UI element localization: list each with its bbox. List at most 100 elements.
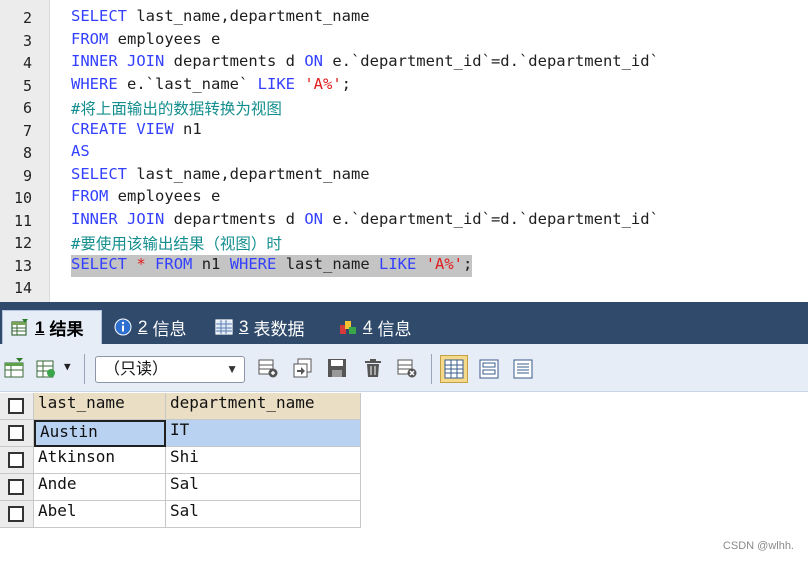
- save-icon[interactable]: [327, 358, 347, 378]
- sql-editor[interactable]: 2 3 4 5 6 7 8 9 10 11 12 13 14 SELECT last_name,depa…: [0, 0, 808, 302]
- form-view-button[interactable]: [475, 355, 503, 383]
- row-checkbox[interactable]: [0, 474, 34, 501]
- table-data-icon: [215, 319, 233, 335]
- code-token: #要使用该输出结果（视图）时: [71, 235, 282, 253]
- import-grid-icon[interactable]: [36, 358, 56, 378]
- code-line[interactable]: SELECT * FROM n1 WHERE last_name LIKE 'A…: [71, 254, 473, 277]
- line-number: 4: [22, 54, 32, 72]
- tab-info[interactable]: 2 信息: [106, 310, 204, 344]
- select-all-checkbox[interactable]: [0, 393, 34, 420]
- text-view-button[interactable]: [509, 355, 537, 383]
- code-line[interactable]: WHERE e.`last_name` LIKE 'A%';: [71, 75, 351, 97]
- line-number-gutter: 2 3 4 5 6 7 8 9 10 11 12 13 14: [0, 0, 50, 302]
- code-line[interactable]: FROM employees e: [71, 30, 220, 52]
- row-checkbox[interactable]: [0, 447, 34, 474]
- delete-row-icon[interactable]: [363, 358, 383, 378]
- cell-department-name[interactable]: IT: [166, 420, 361, 447]
- code-token: departments d: [164, 52, 305, 70]
- tab-table-data[interactable]: 3 表数据: [207, 310, 327, 344]
- code-token: last_name,department_name: [127, 7, 370, 25]
- form-view-icon: [479, 359, 499, 379]
- tab-number: 2: [138, 317, 148, 336]
- cell-last-name[interactable]: Ande: [34, 474, 166, 501]
- read-only-mode-select[interactable]: （只读） ▼: [95, 356, 245, 383]
- code-token: FROM: [155, 254, 193, 273]
- code-line[interactable]: SELECT last_name,department_name: [71, 7, 370, 29]
- code-token: 'A%': [425, 254, 464, 273]
- cell-department-name[interactable]: Sal: [166, 474, 361, 501]
- toolbar-divider: [431, 354, 432, 384]
- code-line[interactable]: AS: [71, 142, 90, 164]
- code-token: WHERE: [229, 254, 277, 273]
- code-line[interactable]: #要使用该输出结果（视图）时: [71, 232, 282, 254]
- code-line[interactable]: CREATE VIEW n1: [71, 120, 202, 142]
- code-token: departments d: [164, 209, 305, 228]
- code-token: SELECT: [71, 254, 127, 273]
- column-header-last-name[interactable]: last_name: [34, 393, 166, 420]
- code-token: LIKE: [379, 254, 417, 273]
- tab-info-2[interactable]: 4 信息: [331, 310, 431, 344]
- toolbar-divider: [84, 354, 85, 384]
- code-token: ;: [341, 74, 351, 93]
- line-number: 10: [13, 189, 32, 207]
- code-line[interactable]: #将上面输出的数据转换为视图: [71, 97, 282, 119]
- info-blocks-icon: [340, 321, 356, 334]
- code-token: *: [136, 254, 146, 273]
- cell-department-name[interactable]: Sal: [166, 501, 361, 528]
- line-number: 12: [13, 234, 32, 252]
- add-row-icon[interactable]: [258, 358, 278, 378]
- code-token: FROM: [71, 29, 109, 48]
- code-line[interactable]: INNER JOIN departments d ON e.`departmen…: [71, 210, 659, 232]
- row-checkbox[interactable]: [0, 420, 34, 447]
- duplicate-row-icon[interactable]: [293, 358, 313, 378]
- code-line[interactable]: SELECT last_name,department_name: [71, 165, 370, 187]
- code-line[interactable]: INNER JOIN departments d ON e.`departmen…: [71, 52, 659, 74]
- text-view-icon: [513, 359, 533, 379]
- code-token: e.`last_name`: [117, 74, 258, 93]
- cell-last-name[interactable]: Abel: [34, 501, 166, 528]
- code-token: SELECT: [71, 164, 127, 183]
- line-number: 8: [22, 144, 32, 162]
- tab-label: 信息: [377, 319, 412, 339]
- cancel-changes-icon[interactable]: [397, 358, 417, 378]
- grid-view-icon: [444, 359, 464, 379]
- code-token: FROM: [71, 187, 109, 205]
- column-header-department-name[interactable]: department_name: [166, 393, 361, 420]
- tab-label: 表数据: [253, 319, 305, 339]
- code-token: employees e: [108, 29, 221, 48]
- cell-last-name[interactable]: Austin: [34, 420, 166, 447]
- tab-results[interactable]: 1 结果: [2, 310, 102, 344]
- code-token: n1: [173, 119, 202, 138]
- code-token: e.`department_id`=d.`department_id`: [322, 209, 659, 228]
- result-tab-bar: 1 结果 2 信息 3 表数据 4 信息: [0, 302, 808, 344]
- cell-department-name[interactable]: Shi: [166, 447, 361, 474]
- code-token: 'A%': [304, 74, 342, 93]
- tab-number: 3: [239, 317, 249, 336]
- export-grid-icon[interactable]: [4, 358, 24, 378]
- line-number: 3: [22, 31, 32, 50]
- table-result-icon: [11, 318, 28, 336]
- code-token: SELECT: [71, 7, 127, 25]
- line-number: 6: [22, 99, 32, 117]
- code-token: employees e: [108, 187, 221, 205]
- select-value: （只读）: [104, 361, 169, 378]
- chevron-down-icon: ▼: [226, 362, 238, 376]
- chevron-down-icon[interactable]: ▼: [64, 360, 71, 373]
- code-line[interactable]: FROM employees e: [71, 187, 220, 209]
- watermark: CSDN @wlhh.: [722, 540, 794, 552]
- cell-last-name[interactable]: Atkinson: [34, 447, 166, 474]
- code-token: last_name: [276, 254, 380, 273]
- code-token: last_name,department_name: [127, 164, 370, 183]
- line-number: 11: [13, 211, 32, 230]
- row-checkbox[interactable]: [0, 501, 34, 528]
- code-token: ;: [463, 254, 473, 273]
- code-token: INNER JOIN: [71, 52, 165, 70]
- code-token: INNER JOIN: [71, 209, 165, 228]
- grid-view-button[interactable]: [440, 355, 468, 383]
- line-number: 7: [22, 121, 32, 140]
- result-toolbar: ▼ （只读） ▼: [0, 344, 808, 392]
